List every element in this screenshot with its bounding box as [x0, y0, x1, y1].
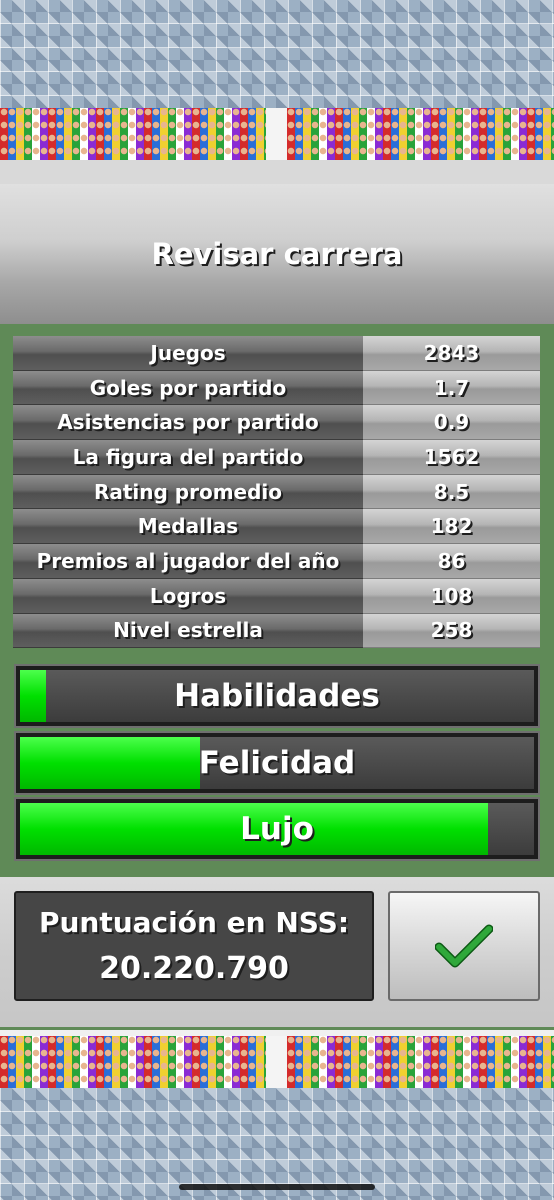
tunnel-bottom [266, 1036, 287, 1088]
stat-label: Asistencias por partido [13, 405, 363, 441]
stat-row: Goles por partido 1.7 [13, 370, 540, 406]
stat-row: Logros 108 [13, 578, 540, 614]
confirm-button[interactable] [388, 891, 540, 1001]
stat-label: Nivel estrella [13, 613, 363, 649]
stat-row: Asistencias por partido 0.9 [13, 405, 540, 441]
stat-value: 258 [363, 613, 540, 649]
stat-value: 1.7 [363, 370, 540, 406]
stat-value: 1562 [363, 440, 540, 475]
stat-label: Medallas [13, 509, 363, 545]
stat-value: 8.5 [363, 474, 540, 510]
home-indicator[interactable] [179, 1184, 375, 1190]
score-panel: Puntuación en NSS: 20.220.790 [14, 891, 374, 1001]
stat-row: Nivel estrella 258 [13, 613, 540, 649]
happiness-bar: Felicidad [14, 731, 540, 795]
stat-label: Rating promedio [13, 474, 363, 510]
luxury-bar: Lujo [14, 797, 540, 861]
crowd-bottom-left [0, 1036, 266, 1088]
crowd-bottom-right [287, 1036, 554, 1088]
stat-row: Premios al jugador del año 86 [13, 544, 540, 579]
stat-row: Juegos 2843 [13, 336, 540, 371]
page-title: Revisar carrera [151, 237, 403, 271]
stat-label: La figura del partido [13, 440, 363, 475]
skills-bar: Habilidades [14, 664, 540, 728]
score-value: 20.220.790 [99, 951, 289, 986]
bar-label: Lujo [240, 811, 314, 847]
stats-table: Juegos 2843 Goles por partido 1.7 Asistenc… [13, 336, 540, 649]
stat-row: Medallas 182 [13, 509, 540, 545]
stat-value: 2843 [363, 336, 540, 371]
stat-row: La figura del partido 1562 [13, 440, 540, 475]
stat-value: 0.9 [363, 405, 540, 441]
stat-value: 86 [363, 544, 540, 579]
bar-label: Habilidades [174, 678, 380, 714]
checkmark-icon [435, 924, 493, 968]
stat-value: 182 [363, 509, 540, 545]
tunnel-top [266, 108, 287, 160]
crowd-top-right [287, 108, 554, 160]
stadium-roof-top [0, 0, 554, 108]
stat-label: Goles por partido [13, 370, 363, 406]
score-title: Puntuación en NSS: [38, 906, 350, 939]
stat-label: Juegos [13, 336, 363, 371]
stat-label: Premios al jugador del año [13, 544, 363, 579]
stat-row: Rating promedio 8.5 [13, 474, 540, 510]
title-band: Revisar carrera [0, 184, 554, 324]
field-strip-top [0, 160, 554, 184]
bar-label: Felicidad [198, 745, 356, 781]
stat-label: Logros [13, 578, 363, 614]
stat-value: 108 [363, 578, 540, 614]
crowd-top-left [0, 108, 266, 160]
